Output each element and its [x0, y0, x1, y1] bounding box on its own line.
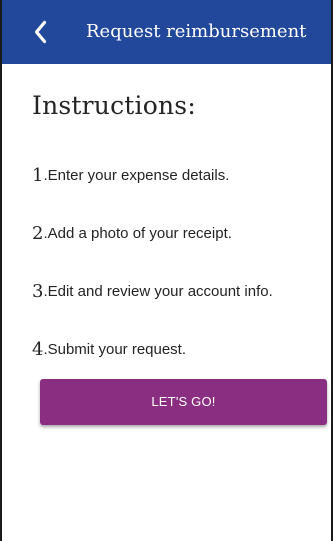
step-number: 2 [32, 222, 44, 244]
page-title: Request reimbursement [86, 21, 307, 42]
instruction-step: 4 .Submit your request. [32, 329, 332, 369]
instructions-section: Instructions: 1 .Enter your expense deta… [32, 88, 322, 360]
chevron-left-icon [33, 20, 47, 44]
step-text: .Submit your request. [43, 340, 187, 358]
app-frame: Request reimbursement Instructions: 1 .E… [0, 0, 333, 541]
step-text: .Edit and review your account info. [43, 282, 273, 300]
step-number: 1 [32, 164, 44, 186]
step-number: 4 [32, 338, 44, 360]
step-number: 3 [32, 280, 44, 302]
app-header: Request reimbursement [2, 0, 331, 64]
step-text: .Add a photo of your receipt. [43, 224, 232, 242]
instruction-step: 3 .Edit and review your account info. [32, 271, 332, 311]
instruction-step: 2 .Add a photo of your receipt. [32, 213, 332, 253]
back-button[interactable] [28, 18, 52, 46]
instructions-list: 1 .Enter your expense details. 2 .Add a … [32, 155, 332, 387]
instruction-step: 1 .Enter your expense details. [32, 155, 332, 195]
instructions-heading: Instructions: [32, 91, 196, 120]
lets-go-button[interactable]: LET'S GO! [40, 379, 327, 425]
step-text: .Enter your expense details. [43, 166, 230, 184]
